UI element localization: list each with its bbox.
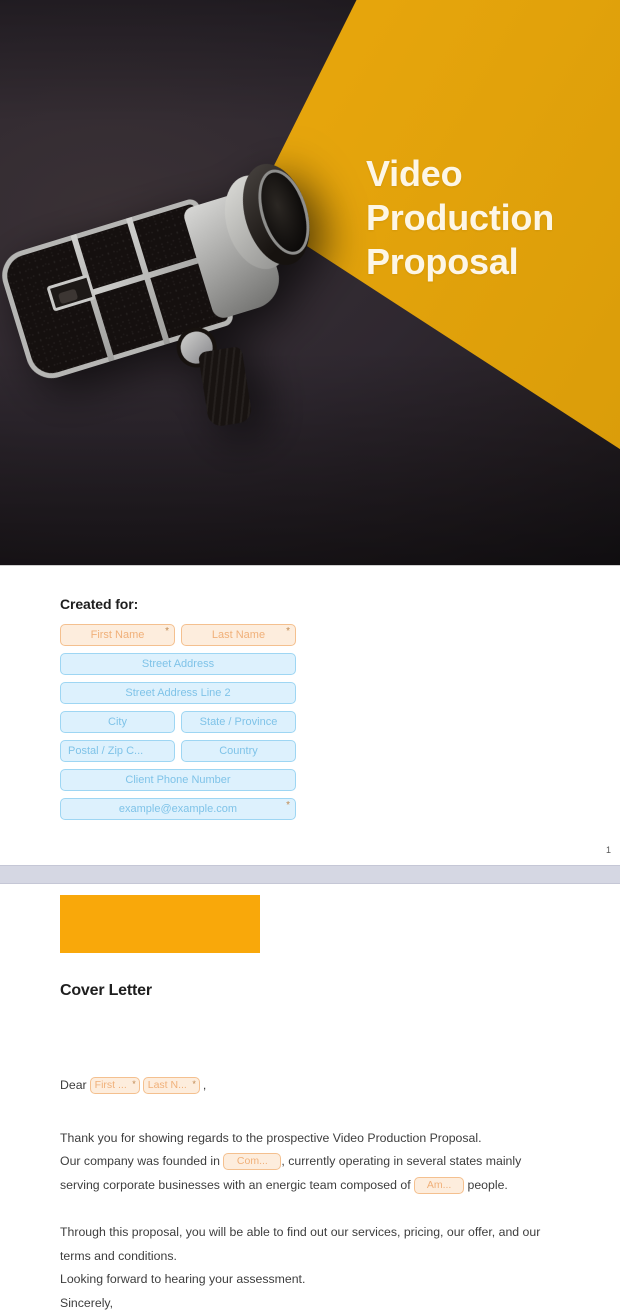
email-placeholder: example@example.com <box>118 803 238 815</box>
cover-letter-body: Dear First ... * Last N... * , Thank you… <box>60 1074 560 1315</box>
first-name-placeholder: First Name <box>90 629 145 641</box>
salutation-first-name-required-asterisk: * <box>132 1079 136 1090</box>
camera-hand-grip <box>197 345 254 428</box>
letter-paragraph-3-text-a: serving corporate businesses with an ene… <box>60 1177 411 1192</box>
hero-banner: Video Production Proposal <box>0 0 620 566</box>
letter-paragraph-4: Through this proposal, you will be able … <box>60 1225 541 1239</box>
salutation-last-name-required-asterisk: * <box>192 1079 196 1090</box>
letter-spacer-1 <box>60 1098 560 1127</box>
city-placeholder: City <box>108 716 127 728</box>
form-row-phone: Client Phone Number <box>60 769 296 791</box>
letter-paragraph-3-text-b: people. <box>467 1177 508 1192</box>
street-address-line-2-input[interactable]: Street Address Line 2 <box>60 682 296 704</box>
company-founded-year-input[interactable]: Com... <box>223 1153 282 1171</box>
street-address-line-2-placeholder: Street Address Line 2 <box>125 687 231 699</box>
letter-closing: Sincerely, <box>60 1295 114 1310</box>
salutation-line: Dear First ... * Last N... * , <box>60 1074 560 1098</box>
state-province-input[interactable]: State / Province <box>181 711 296 733</box>
street-address-placeholder: Street Address <box>141 658 215 670</box>
team-amount-placeholder: Am... <box>426 1178 452 1191</box>
letter-paragraph-6: Looking forward to hearing your assessme… <box>60 1272 306 1286</box>
country-placeholder: Country <box>219 745 258 757</box>
hero-title-line-1: Video <box>366 153 463 194</box>
page-1-content: Created for: First Name * Last Name * St… <box>0 596 620 865</box>
salutation-last-name-input[interactable]: Last N... * <box>142 1077 200 1095</box>
created-for-label: Created for: <box>60 596 139 612</box>
hero-title-line-3: Proposal <box>366 241 519 282</box>
page-2: Cover Letter Dear First ... * Last N... … <box>0 895 620 1315</box>
email-required-asterisk: * <box>286 800 290 811</box>
letter-paragraph-2: Our company was founded in Com... , curr… <box>60 1150 560 1174</box>
email-input[interactable]: example@example.com * <box>60 798 296 820</box>
hero-title-line-2: Production <box>366 197 554 238</box>
company-founded-year-placeholder: Com... <box>236 1155 268 1168</box>
form-row-postal-country: Postal / Zip C... Country <box>60 740 296 762</box>
country-input[interactable]: Country <box>181 740 296 762</box>
last-name-input[interactable]: Last Name * <box>181 624 296 646</box>
orange-accent-block <box>60 895 260 953</box>
page-number-1: 1 <box>605 845 611 855</box>
salutation-first-name-input[interactable]: First ... * <box>89 1077 140 1095</box>
last-name-required-asterisk: * <box>286 626 290 637</box>
first-name-input[interactable]: First Name * <box>60 624 175 646</box>
first-name-required-asterisk: * <box>165 626 169 637</box>
salutation-comma: , <box>202 1078 207 1092</box>
client-phone-number-input[interactable]: Client Phone Number <box>60 769 296 791</box>
letter-paragraph-2-text-a: Our company was founded in <box>60 1154 220 1168</box>
section-title-cover-letter: Cover Letter <box>60 982 152 999</box>
letter-paragraph-5: terms and conditions. <box>60 1248 177 1263</box>
salutation-first-name-placeholder: First ... <box>94 1079 127 1092</box>
form-row-name: First Name * Last Name * <box>60 624 296 646</box>
proposal-document: Video Production Proposal Created for: F… <box>0 0 620 1316</box>
postal-zip-input[interactable]: Postal / Zip C... <box>60 740 175 762</box>
salutation-last-name-placeholder: Last N... <box>147 1079 187 1092</box>
last-name-placeholder: Last Name <box>211 629 266 641</box>
postal-zip-placeholder: Postal / Zip C... <box>68 745 144 757</box>
team-amount-input[interactable]: Am... <box>414 1176 465 1194</box>
state-province-placeholder: State / Province <box>199 716 278 728</box>
page-1: Video Production Proposal Created for: F… <box>0 0 620 865</box>
client-info-form: First Name * Last Name * Street Address <box>60 624 296 820</box>
form-row-email: example@example.com * <box>60 798 296 820</box>
page-break-separator <box>0 865 620 884</box>
city-input[interactable]: City <box>60 711 175 733</box>
hero-title: Video Production Proposal <box>366 152 598 284</box>
form-row-street-2: Street Address Line 2 <box>60 682 296 704</box>
salutation-word: Dear <box>60 1078 87 1092</box>
client-phone-number-placeholder: Client Phone Number <box>125 774 231 786</box>
form-row-city-state: City State / Province <box>60 711 296 733</box>
letter-paragraph-1: Thank you for showing regards to the pro… <box>60 1130 482 1145</box>
letter-paragraph-3: serving corporate businesses with an ene… <box>60 1174 560 1198</box>
street-address-input[interactable]: Street Address <box>60 653 296 675</box>
letter-paragraph-2-text-b: , currently operating in several states … <box>281 1154 522 1168</box>
letter-spacer-2 <box>60 1197 560 1221</box>
form-row-street-1: Street Address <box>60 653 296 675</box>
